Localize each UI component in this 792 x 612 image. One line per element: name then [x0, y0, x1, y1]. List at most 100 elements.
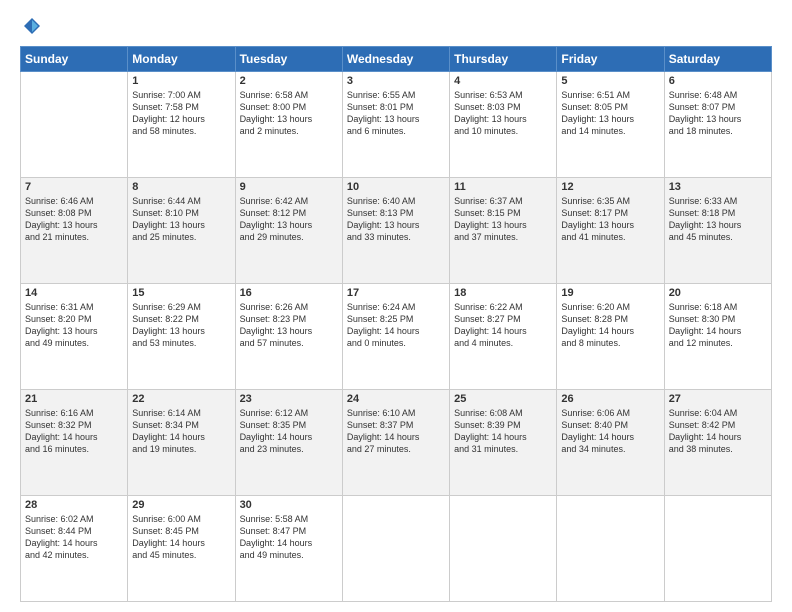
- day-number: 17: [347, 287, 445, 299]
- day-number: 4: [454, 75, 552, 87]
- calendar-week-row: 14 Sunrise: 6:31 AM Sunset: 8:20 PM Dayli…: [21, 284, 772, 390]
- cell-info: Sunrise: 6:16 AM Sunset: 8:32 PM Dayligh…: [25, 407, 123, 456]
- cell-info: Sunrise: 6:10 AM Sunset: 8:37 PM Dayligh…: [347, 407, 445, 456]
- calendar-cell: 11Sunrise: 6:37 AM Sunset: 8:15 PM Dayli…: [450, 178, 557, 284]
- weekday-header: Saturday: [664, 47, 771, 72]
- calendar-cell: 7 Sunrise: 6:46 AM Sunset: 8:08 PM Daylig…: [21, 178, 128, 284]
- day-number: 25: [454, 393, 552, 405]
- weekday-header: Wednesday: [342, 47, 449, 72]
- cell-info: Sunrise: 6:53 AM Sunset: 8:03 PM Dayligh…: [454, 89, 552, 138]
- cell-info: Sunrise: 6:48 AM Sunset: 8:07 PM Dayligh…: [669, 89, 767, 138]
- day-number: 7: [25, 181, 123, 193]
- weekday-header: Thursday: [450, 47, 557, 72]
- page: SundayMondayTuesdayWednesdayThursdayFrid…: [0, 0, 792, 612]
- day-number: 5: [561, 75, 659, 87]
- cell-info: Sunrise: 6:12 AM Sunset: 8:35 PM Dayligh…: [240, 407, 338, 456]
- calendar-cell: 10 Sunrise: 6:40 AM Sunset: 8:13 PM Dayli…: [342, 178, 449, 284]
- day-number: 22: [132, 393, 230, 405]
- day-number: 1: [132, 75, 230, 87]
- calendar-cell: 1 Sunrise: 7:00 AM Sunset: 7:58 PM Daylig…: [128, 72, 235, 178]
- cell-info: Sunrise: 6:06 AM Sunset: 8:40 PM Dayligh…: [561, 407, 659, 456]
- day-number: 9: [240, 181, 338, 193]
- day-number: 21: [25, 393, 123, 405]
- cell-info: Sunrise: 6:31 AM Sunset: 8:20 PM Dayligh…: [25, 301, 123, 350]
- calendar-week-row: 21 Sunrise: 6:16 AM Sunset: 8:32 PM Dayli…: [21, 390, 772, 496]
- calendar-cell: 30 Sunrise: 5:58 AM Sunset: 8:47 PM Dayli…: [235, 496, 342, 602]
- cell-info: Sunrise: 6:08 AM Sunset: 8:39 PM Dayligh…: [454, 407, 552, 456]
- calendar-cell: 21 Sunrise: 6:16 AM Sunset: 8:32 PM Dayli…: [21, 390, 128, 496]
- weekday-header: Sunday: [21, 47, 128, 72]
- cell-info: Sunrise: 6:26 AM Sunset: 8:23 PM Dayligh…: [240, 301, 338, 350]
- day-number: 27: [669, 393, 767, 405]
- calendar-cell: 12 Sunrise: 6:35 AM Sunset: 8:17 PM Dayli…: [557, 178, 664, 284]
- calendar-header-row: SundayMondayTuesdayWednesdayThursdayFrid…: [21, 47, 772, 72]
- day-number: 19: [561, 287, 659, 299]
- cell-info: Sunrise: 6:29 AM Sunset: 8:22 PM Dayligh…: [132, 301, 230, 350]
- calendar-cell: 5 Sunrise: 6:51 AM Sunset: 8:05 PM Daylig…: [557, 72, 664, 178]
- cell-info: Sunrise: 6:51 AM Sunset: 8:05 PM Dayligh…: [561, 89, 659, 138]
- weekday-header: Tuesday: [235, 47, 342, 72]
- calendar-cell: 6 Sunrise: 6:48 AM Sunset: 8:07 PM Daylig…: [664, 72, 771, 178]
- calendar-cell: [664, 496, 771, 602]
- calendar-cell: 23 Sunrise: 6:12 AM Sunset: 8:35 PM Dayli…: [235, 390, 342, 496]
- logo-icon: [22, 16, 42, 36]
- calendar-cell: 17 Sunrise: 6:24 AM Sunset: 8:25 PM Dayli…: [342, 284, 449, 390]
- calendar-week-row: 7 Sunrise: 6:46 AM Sunset: 8:08 PM Daylig…: [21, 178, 772, 284]
- day-number: 13: [669, 181, 767, 193]
- day-number: 11: [454, 181, 552, 193]
- day-number: 10: [347, 181, 445, 193]
- day-number: 20: [669, 287, 767, 299]
- day-number: 12: [561, 181, 659, 193]
- logo-text: [20, 16, 44, 36]
- day-number: 2: [240, 75, 338, 87]
- day-number: 16: [240, 287, 338, 299]
- day-number: 3: [347, 75, 445, 87]
- day-number: 26: [561, 393, 659, 405]
- calendar-cell: 26 Sunrise: 6:06 AM Sunset: 8:40 PM Dayli…: [557, 390, 664, 496]
- cell-info: Sunrise: 6:24 AM Sunset: 8:25 PM Dayligh…: [347, 301, 445, 350]
- cell-info: Sunrise: 7:00 AM Sunset: 7:58 PM Dayligh…: [132, 89, 230, 138]
- calendar-cell: 29Sunrise: 6:00 AM Sunset: 8:45 PM Dayli…: [128, 496, 235, 602]
- calendar-cell: 3 Sunrise: 6:55 AM Sunset: 8:01 PM Daylig…: [342, 72, 449, 178]
- cell-info: Sunrise: 6:18 AM Sunset: 8:30 PM Dayligh…: [669, 301, 767, 350]
- calendar-cell: 20 Sunrise: 6:18 AM Sunset: 8:30 PM Dayli…: [664, 284, 771, 390]
- calendar-cell: 2 Sunrise: 6:58 AM Sunset: 8:00 PM Daylig…: [235, 72, 342, 178]
- calendar-cell: 19Sunrise: 6:20 AM Sunset: 8:28 PM Dayli…: [557, 284, 664, 390]
- cell-info: Sunrise: 6:40 AM Sunset: 8:13 PM Dayligh…: [347, 195, 445, 244]
- calendar-cell: [342, 496, 449, 602]
- cell-info: Sunrise: 6:44 AM Sunset: 8:10 PM Dayligh…: [132, 195, 230, 244]
- cell-info: Sunrise: 6:58 AM Sunset: 8:00 PM Dayligh…: [240, 89, 338, 138]
- cell-info: Sunrise: 6:00 AM Sunset: 8:45 PM Dayligh…: [132, 513, 230, 562]
- cell-info: Sunrise: 6:22 AM Sunset: 8:27 PM Dayligh…: [454, 301, 552, 350]
- day-number: 23: [240, 393, 338, 405]
- calendar-cell: 16 Sunrise: 6:26 AM Sunset: 8:23 PM Dayli…: [235, 284, 342, 390]
- calendar-cell: 18 Sunrise: 6:22 AM Sunset: 8:27 PM Dayli…: [450, 284, 557, 390]
- cell-info: Sunrise: 6:02 AM Sunset: 8:44 PM Dayligh…: [25, 513, 123, 562]
- cell-info: Sunrise: 6:35 AM Sunset: 8:17 PM Dayligh…: [561, 195, 659, 244]
- calendar-cell: 13Sunrise: 6:33 AM Sunset: 8:18 PM Dayli…: [664, 178, 771, 284]
- day-number: 30: [240, 499, 338, 511]
- day-number: 8: [132, 181, 230, 193]
- calendar-cell: 24 Sunrise: 6:10 AM Sunset: 8:37 PM Dayli…: [342, 390, 449, 496]
- calendar-cell: [450, 496, 557, 602]
- calendar-cell: 25 Sunrise: 6:08 AM Sunset: 8:39 PM Dayli…: [450, 390, 557, 496]
- day-number: 14: [25, 287, 123, 299]
- calendar-cell: 4 Sunrise: 6:53 AM Sunset: 8:03 PM Daylig…: [450, 72, 557, 178]
- cell-info: Sunrise: 6:46 AM Sunset: 8:08 PM Dayligh…: [25, 195, 123, 244]
- header: [20, 16, 772, 36]
- day-number: 15: [132, 287, 230, 299]
- calendar-cell: 27Sunrise: 6:04 AM Sunset: 8:42 PM Dayli…: [664, 390, 771, 496]
- day-number: 18: [454, 287, 552, 299]
- cell-info: Sunrise: 6:55 AM Sunset: 8:01 PM Dayligh…: [347, 89, 445, 138]
- logo: [20, 16, 44, 36]
- calendar-cell: 8 Sunrise: 6:44 AM Sunset: 8:10 PM Daylig…: [128, 178, 235, 284]
- cell-info: Sunrise: 5:58 AM Sunset: 8:47 PM Dayligh…: [240, 513, 338, 562]
- calendar-cell: 28 Sunrise: 6:02 AM Sunset: 8:44 PM Dayli…: [21, 496, 128, 602]
- day-number: 24: [347, 393, 445, 405]
- weekday-header: Monday: [128, 47, 235, 72]
- weekday-header: Friday: [557, 47, 664, 72]
- calendar-cell: 22Sunrise: 6:14 AM Sunset: 8:34 PM Dayli…: [128, 390, 235, 496]
- day-number: 6: [669, 75, 767, 87]
- day-number: 28: [25, 499, 123, 511]
- calendar-cell: 9Sunrise: 6:42 AM Sunset: 8:12 PM Daylig…: [235, 178, 342, 284]
